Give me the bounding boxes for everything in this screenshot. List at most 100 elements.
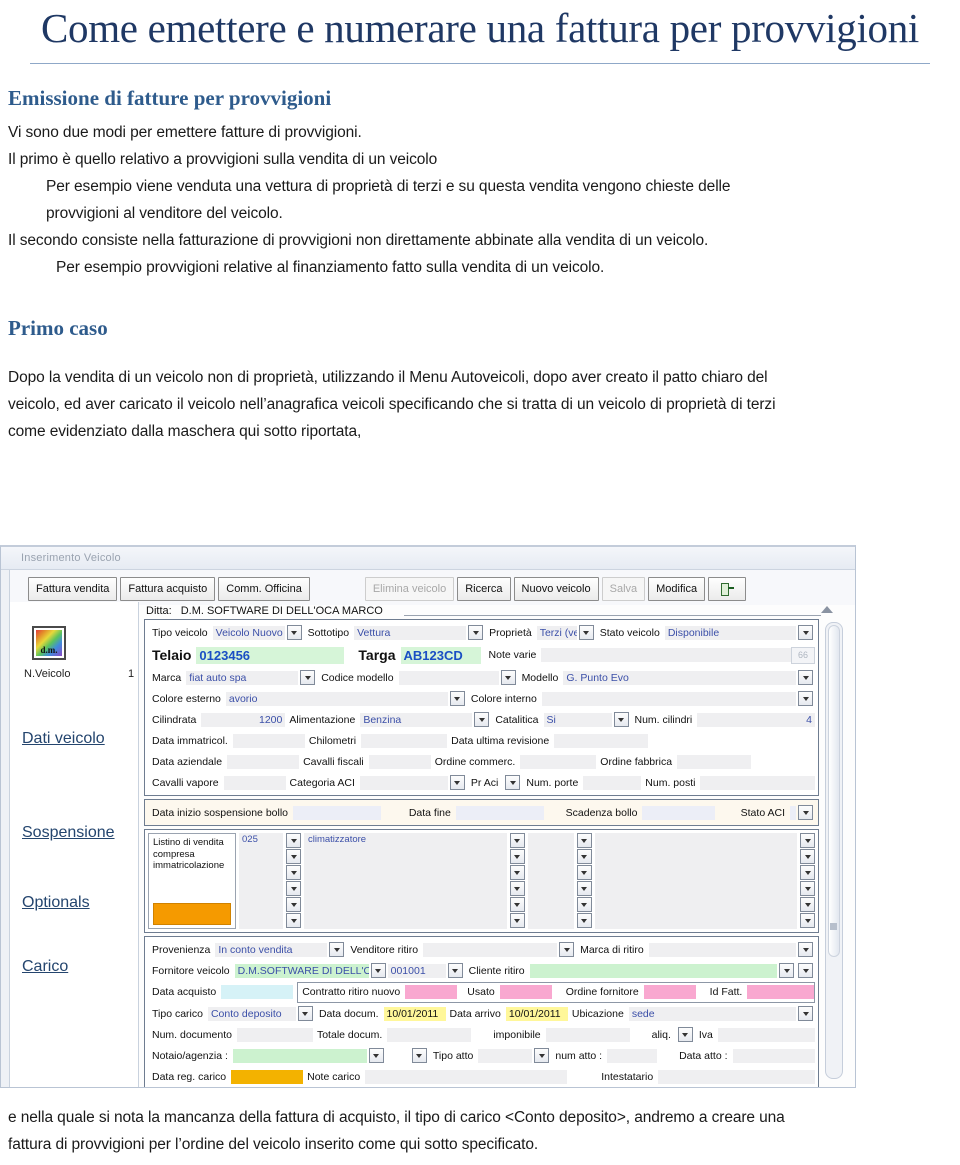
intestatario-field[interactable] (658, 1069, 815, 1084)
optional-mid-dropdown-icon-6[interactable] (576, 913, 592, 928)
fornitore-codice-dropdown-icon[interactable] (447, 963, 463, 978)
colore-interno-dropdown-icon[interactable] (798, 691, 813, 706)
listino-amount-field[interactable] (153, 903, 231, 925)
tipo-atto-field[interactable] (478, 1048, 533, 1063)
sottotipo-field[interactable]: Vettura (354, 625, 467, 640)
rail-link-sospensione[interactable]: Sospensione (22, 824, 115, 842)
notaio-dropdown-icon[interactable] (368, 1048, 384, 1063)
note-carico-field[interactable] (365, 1069, 568, 1084)
optional-mid-dropdown-icon-1[interactable] (576, 833, 592, 848)
optional-right-dropdown-icon-4[interactable] (800, 881, 815, 896)
rail-link-optionals[interactable]: Optionals (22, 894, 90, 912)
button-comm-officina[interactable]: Comm. Officina (218, 577, 310, 601)
optional-mid-dropdown-icon-2[interactable] (576, 849, 592, 864)
optional-right-dropdown-icon-2[interactable] (800, 849, 815, 864)
sottotipo-dropdown-icon[interactable] (468, 625, 484, 640)
proprieta-dropdown-icon[interactable] (578, 625, 594, 640)
optional-mid-dropdown-icon-3[interactable] (576, 865, 592, 880)
optional-right-dropdown-icon-1[interactable] (800, 833, 815, 848)
tipo-carico-field[interactable]: Conto deposito (207, 1006, 296, 1021)
id-fatt-field[interactable] (747, 985, 814, 999)
data-acquisto-field[interactable] (221, 985, 294, 999)
num-porte-field[interactable] (583, 775, 642, 790)
optional-code-dropdown-icon-4[interactable] (286, 881, 301, 896)
marca-ritiro-dropdown-icon[interactable] (798, 942, 813, 957)
optional-code-dropdown-icon-2[interactable] (286, 849, 301, 864)
proprieta-field[interactable]: Terzi (ve (536, 625, 577, 640)
venditore-ritiro-field[interactable] (423, 942, 558, 957)
stato-veicolo-field[interactable]: Disponibile (664, 625, 796, 640)
optional-right-dropdown-icon-3[interactable] (800, 865, 815, 880)
fornitore-veicolo-field[interactable]: D.M.SOFTWARE DI DELL'OCA M (234, 963, 369, 978)
ubicazione-dropdown-icon[interactable] (798, 1006, 813, 1021)
modello-dropdown-icon[interactable] (798, 670, 813, 685)
button-fattura-acquisto[interactable]: Fattura acquisto (120, 577, 216, 601)
scroll-up-arrow-icon[interactable] (821, 606, 833, 613)
optional-code-dropdown-icon-6[interactable] (286, 913, 301, 928)
note-varie-field[interactable] (541, 648, 791, 662)
data-fine-field[interactable] (455, 805, 544, 820)
button-exit[interactable] (708, 577, 747, 601)
optional-mid-dropdown-icon-4[interactable] (576, 881, 592, 896)
optionals-mid-column[interactable] (527, 833, 574, 929)
stato-aci-dropdown-icon[interactable] (798, 805, 813, 820)
cavalli-fiscali-field[interactable] (368, 754, 431, 769)
ordine-commerc-field[interactable] (520, 754, 597, 769)
tipo-veicolo-dropdown-icon[interactable] (286, 625, 302, 640)
colore-esterno-dropdown-icon[interactable] (449, 691, 465, 706)
marca-field[interactable]: fiat auto spa (186, 670, 299, 685)
fornitore-codice-field[interactable]: 001001 (387, 963, 446, 978)
cliente-ritiro-dropdown-icon[interactable] (779, 963, 794, 978)
button-ricerca[interactable]: Ricerca (457, 577, 511, 601)
optional-desc-dropdown-icon-3[interactable] (509, 865, 525, 880)
categoria-aci-dropdown-icon[interactable] (449, 775, 465, 790)
optional-code-value[interactable]: 025 (239, 833, 283, 846)
optional-right-dropdown-icon-5[interactable] (800, 897, 815, 912)
marca-ritiro-field[interactable] (648, 942, 796, 957)
optional-desc-dropdown-icon-4[interactable] (509, 881, 525, 896)
button-nuovo-veicolo[interactable]: Nuovo veicolo (513, 577, 599, 601)
notaio-field[interactable] (232, 1048, 367, 1063)
iva-field[interactable] (717, 1027, 815, 1042)
data-inizio-sospensione-field[interactable] (293, 805, 381, 820)
button-fattura-vendita[interactable]: Fattura vendita (28, 577, 118, 601)
num-atto-field[interactable] (607, 1048, 658, 1063)
colore-esterno-field[interactable]: avorio (225, 691, 448, 706)
vertical-scrollbar[interactable] (825, 622, 843, 1079)
catalitica-field[interactable]: Si (543, 712, 612, 727)
fornitore-veicolo-dropdown-icon[interactable] (370, 963, 386, 978)
targa-field[interactable]: AB123CD (400, 646, 481, 664)
catalitica-dropdown-icon[interactable] (613, 712, 629, 727)
modello-field[interactable]: G. Punto Evo (563, 670, 796, 685)
data-aziendale-field[interactable] (227, 754, 300, 769)
ordine-fabbrica-field[interactable] (677, 754, 752, 769)
provenienza-dropdown-icon[interactable] (329, 942, 345, 957)
ubicazione-field[interactable]: sede (628, 1006, 796, 1021)
stato-aci-field[interactable] (790, 805, 796, 820)
marca-dropdown-icon[interactable] (300, 670, 316, 685)
tipo-atto-dropdown-icon-left[interactable] (411, 1048, 427, 1063)
optionals-right-column[interactable] (594, 833, 797, 929)
rail-link-carico[interactable]: Carico (22, 958, 68, 976)
pr-aci-dropdown-icon[interactable] (505, 775, 521, 790)
optional-desc-dropdown-icon-1[interactable] (509, 833, 525, 848)
optional-desc-dropdown-icon-5[interactable] (509, 897, 525, 912)
tipo-atto-dropdown-icon[interactable] (534, 1048, 550, 1063)
telaio-field[interactable]: 0123456 (196, 646, 345, 664)
contratto-ritiro-field[interactable] (405, 985, 458, 999)
alimentazione-dropdown-icon[interactable] (474, 712, 490, 727)
codice-modello-dropdown-icon[interactable] (500, 670, 516, 685)
button-modifica[interactable]: Modifica (648, 577, 706, 601)
venditore-ritiro-dropdown-icon[interactable] (559, 942, 575, 957)
num-documento-field[interactable] (236, 1027, 313, 1042)
scrollbar-thumb[interactable] (828, 625, 840, 957)
optional-mid-dropdown-icon-5[interactable] (576, 897, 592, 912)
ordine-fornitore-field[interactable] (643, 985, 696, 999)
binoculars-icon[interactable]: 66 (791, 646, 815, 664)
scadenza-bollo-field[interactable] (642, 805, 715, 820)
cavalli-vapore-field[interactable] (223, 775, 286, 790)
num-cilindri-field[interactable]: 4 (697, 712, 815, 727)
optional-desc-dropdown-icon-6[interactable] (509, 913, 525, 928)
categoria-aci-field[interactable] (359, 775, 448, 790)
chilometri-field[interactable] (361, 733, 448, 748)
